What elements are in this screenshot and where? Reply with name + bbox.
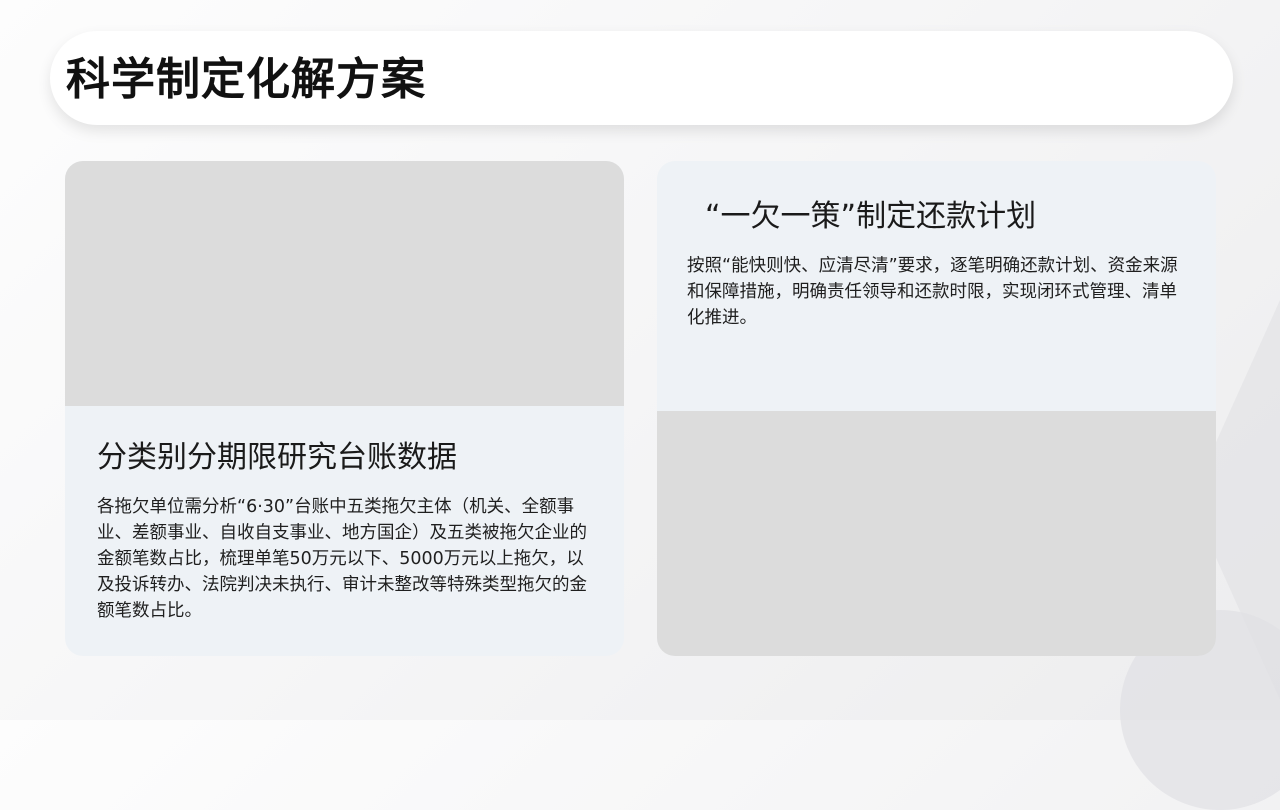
card-repayment-plan: “一欠一策”制定还款计划 按照“能快则快、应清尽清”要求，逐笔明确还款计划、资金…	[657, 161, 1216, 656]
card-heading: “一欠一策”制定还款计划	[705, 199, 1037, 234]
card-body-text: 按照“能快则快、应清尽清”要求，逐笔明确还款计划、资金来源和保障措施，明确责任领…	[687, 256, 1178, 328]
card-body-text: 各拖欠单位需分析“6·30”台账中五类拖欠主体（机关、全额事业、差额事业、自收自…	[97, 497, 587, 621]
image-placeholder	[65, 161, 624, 406]
card-text-panel: 分类别分期限研究台账数据 各拖欠单位需分析“6·30”台账中五类拖欠主体（机关、…	[65, 406, 624, 656]
card-text-panel: “一欠一策”制定还款计划 按照“能快则快、应清尽清”要求，逐笔明确还款计划、资金…	[657, 161, 1216, 411]
card-ledger-data-analysis: 分类别分期限研究台账数据 各拖欠单位需分析“6·30”台账中五类拖欠主体（机关、…	[65, 161, 624, 656]
image-placeholder	[657, 411, 1216, 656]
card-heading: 分类别分期限研究台账数据	[97, 440, 457, 475]
page-title: 科学制定化解方案	[66, 54, 426, 105]
title-bar: 科学制定化解方案	[50, 31, 1233, 125]
